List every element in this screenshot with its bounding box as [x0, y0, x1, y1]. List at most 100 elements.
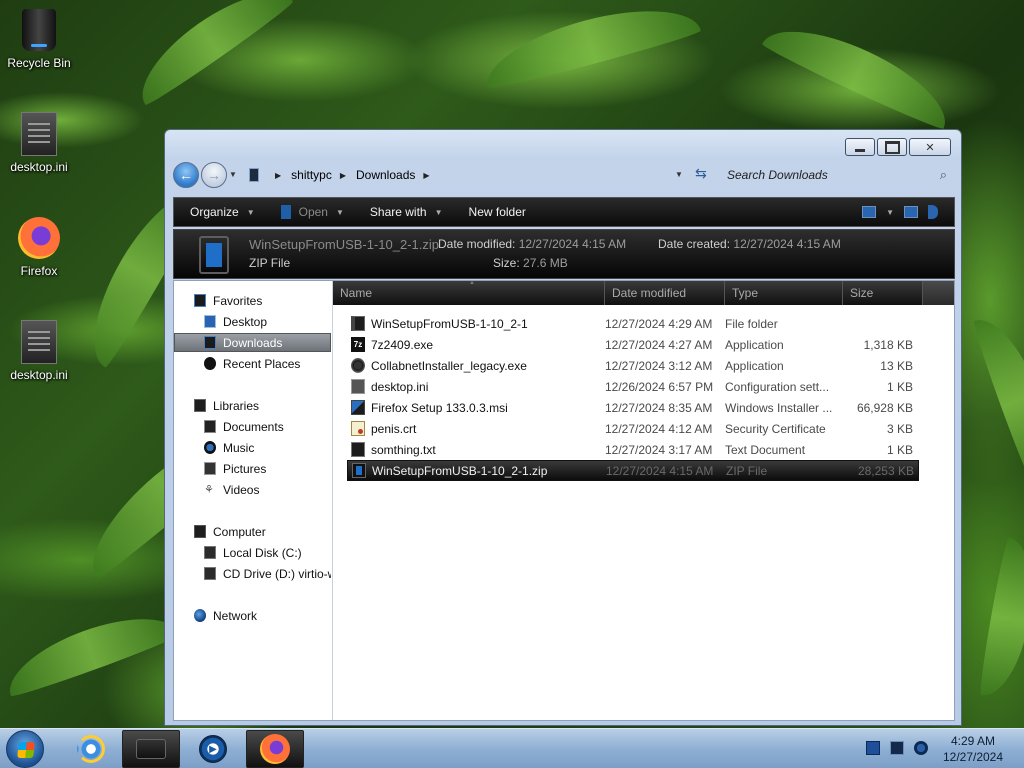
nav-desktop[interactable]: Desktop	[174, 312, 331, 331]
file-type: Application	[725, 337, 784, 352]
nav-label: Local Disk (C:)	[223, 545, 302, 560]
help-icon[interactable]	[928, 205, 938, 219]
file-date-modified: 12/27/2024 4:15 AM	[606, 463, 714, 478]
breadcrumb-item-shittypc[interactable]: shittypc	[291, 168, 332, 182]
desktop-folder-icon	[204, 315, 216, 328]
date-modified-label: Date modified:	[438, 237, 516, 251]
address-dropdown-icon[interactable]: ▼	[675, 170, 683, 179]
breadcrumb-chevron-icon[interactable]: ▶	[275, 171, 281, 180]
new-folder-button[interactable]: New folder	[453, 205, 536, 219]
windows-explorer-icon	[136, 739, 166, 759]
clock-date: 12/27/2024	[942, 750, 1004, 764]
nav-downloads[interactable]: Downloads	[174, 333, 331, 352]
view-options-dropdown-icon[interactable]: ▼	[886, 208, 894, 217]
breadcrumb-chevron-icon[interactable]: ▶	[340, 171, 346, 180]
nav-computer[interactable]: Computer	[174, 522, 331, 541]
taskbar-internet-explorer[interactable]	[62, 730, 120, 768]
desktop-icon-recycle-bin[interactable]: Recycle Bin	[1, 8, 77, 70]
column-header-size[interactable]: Size	[843, 281, 923, 305]
file-size: 66,928 KB	[856, 400, 913, 415]
nav-recent-places[interactable]: Recent Places	[174, 354, 331, 373]
column-header-label: Name	[340, 286, 373, 300]
action-center-flag-icon[interactable]	[866, 741, 880, 755]
file-row[interactable]: WinSetupFromUSB-1-10_2-1 12/27/2024 4:29…	[347, 313, 919, 334]
close-button[interactable]: ✕	[909, 138, 951, 156]
desktop-icon-desktop-ini-2[interactable]: desktop.ini	[1, 320, 77, 382]
maximize-button[interactable]	[877, 138, 907, 156]
share-with-button[interactable]: Share with ▼	[354, 205, 453, 219]
nav-label: Computer	[213, 524, 266, 539]
nav-favorites[interactable]: Favorites	[174, 291, 331, 310]
search-input[interactable]: Search Downloads	[727, 168, 828, 182]
taskbar-clock[interactable]: 4:29 AM 12/27/2024	[940, 733, 1006, 765]
breadcrumb-chevron-icon[interactable]: ▶	[423, 171, 429, 180]
taskbar-windows-explorer[interactable]	[122, 730, 180, 768]
msi-icon	[351, 400, 365, 415]
star-icon	[194, 294, 206, 307]
file-list-pane: Name Date modified Type Size WinSetupFro…	[332, 280, 954, 720]
minimize-button[interactable]	[845, 138, 875, 156]
hard-drive-icon	[204, 546, 216, 559]
organize-button[interactable]: Organize ▼	[174, 205, 265, 219]
forward-arrow-icon: →	[207, 167, 221, 183]
media-player-icon: ▶	[199, 735, 227, 763]
column-header-type[interactable]: Type	[725, 281, 843, 305]
file-row[interactable]: penis.crt 12/27/2024 4:12 AM Security Ce…	[347, 418, 919, 439]
nav-music[interactable]: Music	[174, 438, 331, 457]
share-with-label: Share with	[369, 205, 427, 219]
open-button[interactable]: Open ▼	[265, 205, 354, 219]
nav-local-disk[interactable]: Local Disk (C:)	[174, 543, 331, 562]
text-file-icon	[351, 442, 365, 457]
preview-pane-icon[interactable]	[904, 206, 918, 218]
change-view-icon[interactable]	[862, 206, 877, 218]
file-row[interactable]: somthing.txt 12/27/2024 3:17 AM Text Doc…	[347, 439, 919, 460]
desktop-icon-label: desktop.ini	[10, 368, 68, 382]
file-row[interactable]: desktop.ini 12/26/2024 6:57 PM Configura…	[347, 376, 919, 397]
zip-file-large-icon	[199, 236, 229, 274]
taskbar: ▶ 4:29 AM 12/27/2024	[0, 728, 1024, 768]
nav-documents[interactable]: Documents	[174, 417, 331, 436]
firefox-icon	[260, 734, 290, 764]
taskbar-firefox[interactable]	[246, 730, 304, 768]
file-row[interactable]: 7z 7z2409.exe 12/27/2024 4:27 AM Applicat…	[347, 334, 919, 355]
file-row[interactable]: Firefox Setup 133.0.3.msi 12/27/2024 8:3…	[347, 397, 919, 418]
taskbar-media-player[interactable]: ▶	[184, 730, 242, 768]
nav-label: Libraries	[213, 398, 260, 413]
breadcrumb-item-downloads[interactable]: Downloads	[356, 168, 415, 182]
recent-places-icon	[204, 357, 216, 370]
column-header-filler	[923, 281, 954, 305]
recent-pages-dropdown[interactable]: ▼	[229, 170, 237, 179]
recycle-bin-icon	[22, 9, 56, 51]
nav-pictures[interactable]: Pictures	[174, 459, 331, 478]
forward-button[interactable]: →	[201, 162, 227, 188]
column-header-date-modified[interactable]: Date modified	[605, 281, 725, 305]
refresh-icon[interactable]: ⇆	[695, 165, 707, 182]
address-bar[interactable]: ▶ shittypc ▶ Downloads ▶	[245, 164, 705, 186]
file-size: 28,253 KB	[857, 463, 914, 478]
nav-label: CD Drive (D:) virtio-w	[223, 566, 331, 581]
column-header-name[interactable]: Name	[333, 280, 605, 305]
nav-videos[interactable]: ⚘ Videos	[174, 480, 331, 499]
volume-icon[interactable]	[914, 741, 928, 755]
pictures-icon	[204, 462, 216, 475]
file-name: desktop.ini	[371, 379, 429, 394]
desktop-icon-desktop-ini[interactable]: desktop.ini	[1, 112, 77, 174]
network-status-icon[interactable]	[890, 741, 904, 755]
desktop-icon-firefox[interactable]: Firefox	[1, 216, 77, 278]
nav-network[interactable]: Network	[174, 606, 331, 625]
date-created-label: Date created:	[658, 237, 731, 251]
back-button[interactable]: ←	[173, 162, 199, 188]
file-row[interactable]: CollabnetInstaller_legacy.exe 12/27/2024…	[347, 355, 919, 376]
file-row-selected[interactable]: WinSetupFromUSB-1-10_2-1.zip 12/27/2024 …	[347, 460, 919, 481]
column-header-label: Date modified	[612, 286, 687, 300]
ini-file-icon	[351, 379, 365, 394]
start-button[interactable]	[6, 730, 44, 768]
ini-file-icon	[21, 320, 57, 364]
search-icon[interactable]: ⌕	[940, 167, 947, 183]
column-header-label: Type	[732, 286, 759, 300]
nav-cd-drive[interactable]: CD Drive (D:) virtio-w	[174, 564, 331, 583]
nav-libraries[interactable]: Libraries	[174, 396, 331, 415]
search-box[interactable]: Search Downloads ⌕	[719, 163, 955, 187]
wallpaper-leaf	[478, 0, 702, 92]
date-created-value: 12/27/2024 4:15 AM	[733, 237, 841, 251]
